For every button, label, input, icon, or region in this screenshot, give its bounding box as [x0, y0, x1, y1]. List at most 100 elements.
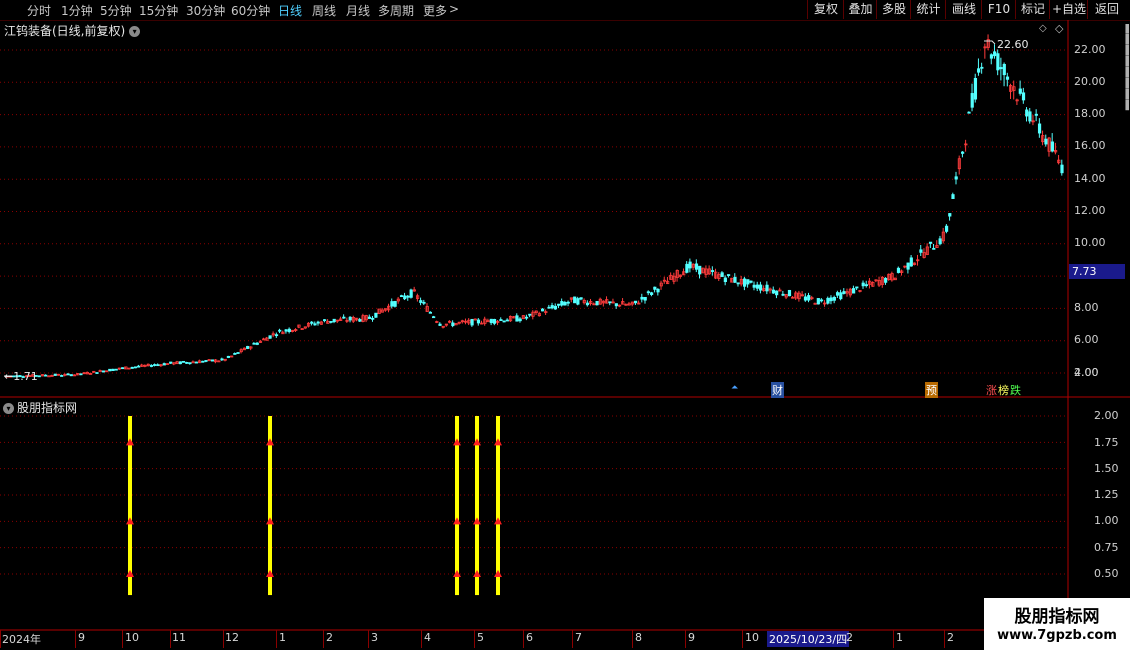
candle-body [178, 361, 182, 365]
candle-body [473, 318, 477, 321]
main-grid [0, 49, 1068, 374]
candle-body [1028, 111, 1032, 122]
candle-body [993, 51, 997, 57]
candle-body [951, 194, 955, 199]
marker-limit-up[interactable]: 涨 [986, 382, 997, 398]
candle-body [746, 279, 750, 285]
marker-limit-down[interactable]: 跌 [1010, 382, 1021, 398]
candle-body [688, 261, 692, 269]
x-tick [421, 630, 422, 648]
candle-body [342, 316, 346, 319]
candle-body [906, 262, 910, 270]
ind-y-tick: 0.75 [1094, 541, 1119, 554]
candle-body [970, 93, 974, 108]
x-tick [944, 630, 945, 648]
x-label: 10 [125, 631, 139, 644]
candle-body [765, 284, 769, 292]
candle-body [685, 263, 689, 273]
right-edge-column: ▐ ▐ ▐ ▐ ▐ ▐ ▐ ▐ [1122, 24, 1129, 111]
candle-body [252, 342, 256, 345]
candle-body [720, 272, 724, 277]
y-tick: 22.00 [1074, 43, 1106, 56]
candle-body [1037, 123, 1042, 134]
x-label: 2 [947, 631, 954, 644]
candle-body [563, 302, 567, 306]
candle-body [566, 301, 570, 304]
candle-body [829, 297, 833, 302]
up-arrow-icon [473, 517, 481, 525]
candle-body [938, 238, 942, 245]
indicator-bars-group [126, 416, 502, 596]
event-up-icon[interactable]: ⏶ [731, 383, 738, 393]
candle-body [191, 361, 195, 364]
candle-body [1005, 76, 1010, 80]
candle-body [108, 368, 112, 372]
candle-body [316, 321, 320, 324]
candle-body [633, 300, 638, 304]
candle-body [121, 367, 125, 370]
candle-body [313, 323, 317, 326]
up-arrow-icon [453, 570, 461, 577]
candle-body [476, 319, 481, 324]
candle-body [220, 358, 224, 361]
candle-body [236, 352, 240, 354]
candle-body [816, 298, 820, 305]
candle-body [1050, 141, 1054, 152]
candle-body [322, 319, 327, 322]
candle-body [573, 296, 577, 304]
candle-body [169, 361, 173, 364]
candle-body [114, 368, 118, 371]
candle-body [928, 241, 933, 244]
candle-body [973, 77, 978, 100]
candle-body [547, 306, 551, 309]
candle-body [819, 299, 824, 302]
low-price-label: ←1.71 [4, 370, 38, 383]
candle-body [111, 368, 115, 371]
up-arrow-icon [473, 438, 481, 446]
x-tick [572, 630, 573, 648]
ind-y-tick: 2.00 [1094, 409, 1119, 422]
candle-body [967, 111, 971, 114]
marker-ranking[interactable]: 榜 [998, 382, 1009, 398]
y-tick: 20.00 [1074, 75, 1106, 88]
marker-forecast[interactable]: 预 [925, 382, 938, 398]
y-tick: 8.00 [1074, 301, 1099, 314]
candle-body [954, 176, 958, 180]
x-label: 6 [526, 631, 533, 644]
candle-body [1018, 88, 1022, 94]
y-tick: 18.00 [1074, 107, 1106, 120]
indicator-menu-icon[interactable]: ▾ [3, 403, 14, 414]
candle-body [1044, 138, 1048, 145]
candle-body [643, 296, 647, 301]
x-label: 3 [371, 631, 378, 644]
candle-body [393, 300, 397, 307]
x-label: 10 [745, 631, 759, 644]
candle-body [451, 322, 455, 327]
candle-body [133, 366, 138, 369]
ind-y-tick: 1.25 [1094, 488, 1119, 501]
candle-body [553, 305, 558, 310]
candle-body [499, 319, 503, 321]
candle-body [332, 318, 336, 323]
candle-body [742, 278, 747, 287]
marker-finance[interactable]: 财 [771, 382, 784, 398]
ind-y-tick: 1.75 [1094, 436, 1119, 449]
up-arrow-icon [453, 438, 461, 446]
candle-body [524, 316, 529, 319]
candle-body [399, 295, 404, 298]
candle-body [358, 319, 362, 322]
candle-body [428, 311, 433, 314]
candle-body [188, 362, 192, 365]
candle-body [595, 300, 599, 306]
candle-body [515, 315, 519, 322]
candle-body [419, 300, 423, 303]
x-label: 9 [78, 631, 85, 644]
candle-body [284, 329, 288, 332]
candle-body [733, 276, 737, 283]
candle-body [576, 298, 580, 305]
indicator-grid [0, 415, 1068, 575]
low-price-value: 1.71 [13, 370, 38, 383]
candle-body [698, 265, 702, 275]
candle-body [807, 295, 811, 301]
candle-body [406, 295, 410, 298]
